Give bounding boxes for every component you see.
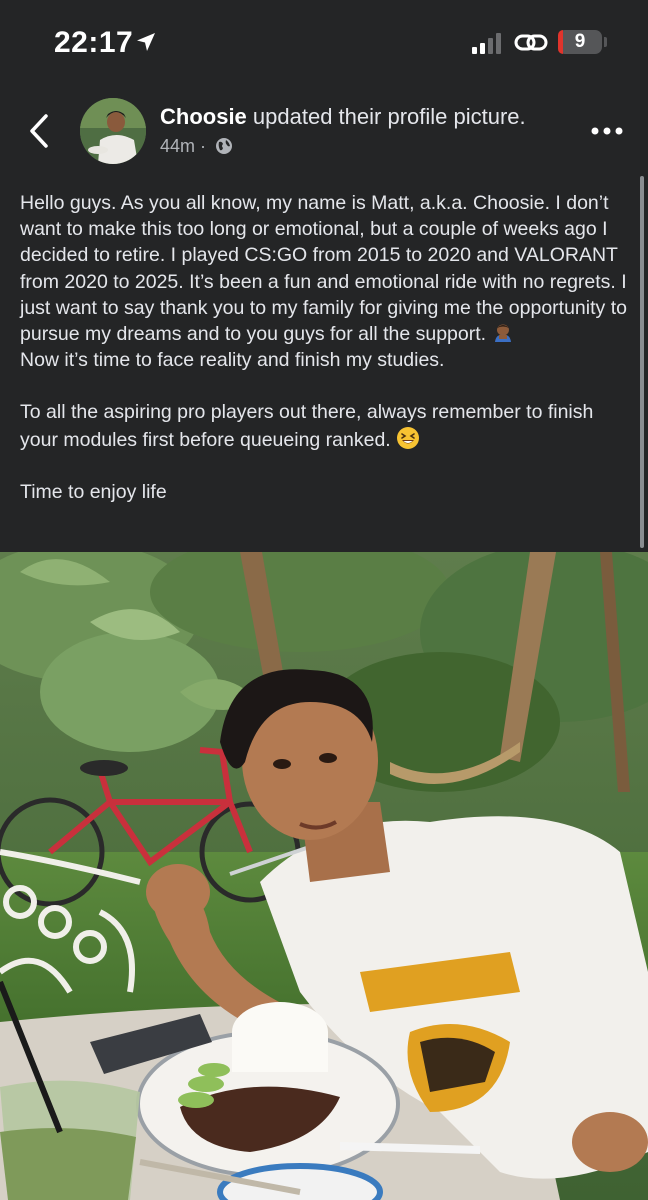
- battery-level: 9: [574, 31, 586, 52]
- personal-hotspot-icon: [514, 34, 548, 51]
- back-icon[interactable]: [24, 112, 54, 150]
- post-age[interactable]: 44m: [160, 136, 195, 156]
- more-icon[interactable]: [590, 124, 624, 138]
- cellular-signal-icon: [472, 33, 501, 54]
- post-meta: 44m ·: [160, 136, 233, 157]
- status-time: 22:17: [54, 26, 134, 59]
- post-paragraph-1: Hello guys. As you all know, my name is …: [20, 190, 632, 373]
- post-paragraph-3: To all the aspiring pro players out ther…: [20, 399, 632, 452]
- status-bar: 22:17 9: [0, 0, 648, 86]
- bowing-person-emoji: [494, 324, 511, 343]
- battery-nub: [604, 37, 607, 47]
- profile-photo-image: [0, 552, 648, 1200]
- battery-indicator: 9: [558, 30, 602, 54]
- author-name[interactable]: Choosie: [160, 104, 247, 129]
- meta-separator: ·: [200, 136, 207, 156]
- post-header: Choosie updated their profile picture.: [160, 104, 526, 130]
- post-paragraph-3-text: To all the aspiring pro players out ther…: [20, 401, 594, 451]
- post-paragraph-spacer: [20, 373, 632, 399]
- location-arrow-icon: [137, 33, 155, 51]
- globe-icon[interactable]: [215, 137, 233, 155]
- post-paragraph-4: Time to enjoy life: [20, 479, 632, 505]
- laughing-face-emoji: [397, 426, 420, 449]
- post-paragraph-1-text: Hello guys. As you all know, my name is …: [20, 192, 627, 346]
- post-paragraph-2-text: Now it’s time to face reality and finish…: [20, 349, 445, 372]
- scrollbar[interactable]: [640, 176, 644, 548]
- avatar[interactable]: [80, 98, 146, 164]
- profile-photo[interactable]: [0, 552, 648, 1200]
- avatar-photo: [80, 98, 146, 164]
- post-action: updated their profile picture.: [246, 104, 526, 129]
- post-paragraph-4-text: Time to enjoy life: [20, 480, 167, 503]
- post-body: Hello guys. As you all know, my name is …: [20, 190, 632, 531]
